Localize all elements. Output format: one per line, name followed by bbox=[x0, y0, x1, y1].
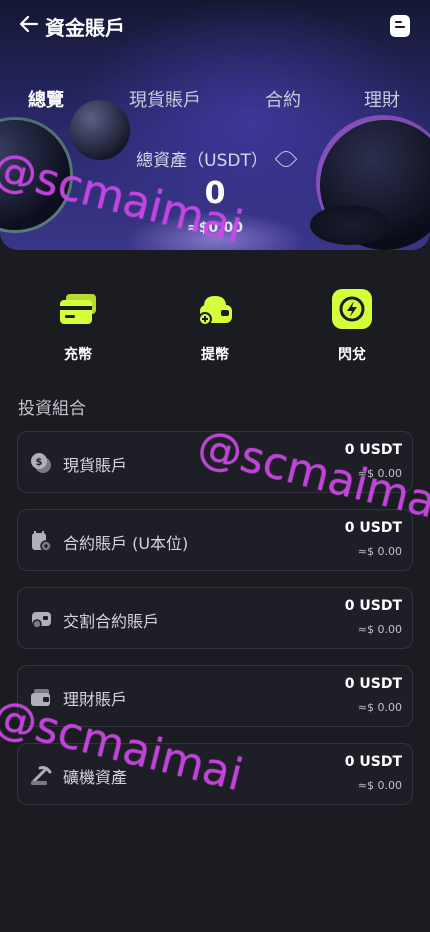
svg-text:$: $ bbox=[36, 457, 43, 468]
deposit-button[interactable]: 充幣 bbox=[43, 288, 113, 364]
portfolio-item-value: 0 USDT bbox=[344, 520, 402, 536]
coins-icon: $ bbox=[31, 453, 51, 473]
withdraw-label: 提幣 bbox=[201, 347, 229, 363]
delivery-icon bbox=[32, 612, 51, 629]
portfolio-item-value: 0 USDT bbox=[344, 598, 402, 614]
portfolio-item-name: 現貨賬戶 bbox=[63, 456, 128, 475]
contract-icon bbox=[32, 531, 52, 552]
lightning-icon bbox=[332, 289, 372, 329]
tab-spot[interactable]: 現貨賬戶 bbox=[129, 86, 201, 112]
mining-icon bbox=[31, 766, 52, 785]
arrow-left-icon[interactable] bbox=[18, 13, 40, 35]
tab-futures[interactable]: 合約 bbox=[265, 86, 301, 112]
withdraw-button[interactable]: 提幣 bbox=[180, 288, 250, 364]
top-bar: 資金賬戶 bbox=[0, 0, 430, 50]
tab-bar: 總覽 現貨賬戶 合約 理財 bbox=[0, 86, 430, 114]
document-icon[interactable] bbox=[390, 15, 410, 37]
deposit-label: 充幣 bbox=[64, 347, 92, 363]
portfolio-item-name: 交割合約賬戶 bbox=[63, 612, 160, 631]
eye-icon[interactable] bbox=[274, 147, 298, 171]
withdraw-icon bbox=[198, 296, 232, 326]
portfolio-item-approx: ≈$ 0.00 bbox=[357, 545, 402, 558]
portfolio-item-delivery[interactable]: 交割合約賬戶 0 USDT ≈$ 0.00 bbox=[17, 587, 413, 649]
portfolio-item-approx: ≈$ 0.00 bbox=[357, 701, 402, 714]
tab-finance[interactable]: 理財 bbox=[364, 86, 400, 112]
tab-overview[interactable]: 總覽 bbox=[28, 86, 64, 112]
portfolio-item-futures[interactable]: 合約賬戶 (U本位) 0 USDT ≈$ 0.00 bbox=[17, 509, 413, 571]
portfolio-item-value: 0 USDT bbox=[344, 442, 402, 458]
quick-actions: 充幣 提幣 閃兌 bbox=[0, 288, 430, 363]
portfolio-item-name: 理財賬戶 bbox=[63, 690, 128, 709]
portfolio-item-name: 合約賬戶 (U本位) bbox=[63, 534, 189, 553]
page-title: 資金賬戶 bbox=[45, 16, 125, 40]
portfolio-title: 投資組合 bbox=[18, 399, 86, 419]
portfolio-item-approx: ≈$ 0.00 bbox=[357, 623, 402, 636]
portfolio-item-value: 0 USDT bbox=[344, 754, 402, 770]
convert-button[interactable]: 閃兌 bbox=[317, 288, 387, 364]
portfolio-item-value: 0 USDT bbox=[344, 676, 402, 692]
portfolio-item-approx: ≈$ 0.00 bbox=[357, 779, 402, 792]
convert-label: 閃兌 bbox=[338, 347, 366, 363]
wallet-card-icon bbox=[60, 294, 96, 324]
total-assets-label-text: 總資產（USDT） bbox=[136, 151, 268, 171]
